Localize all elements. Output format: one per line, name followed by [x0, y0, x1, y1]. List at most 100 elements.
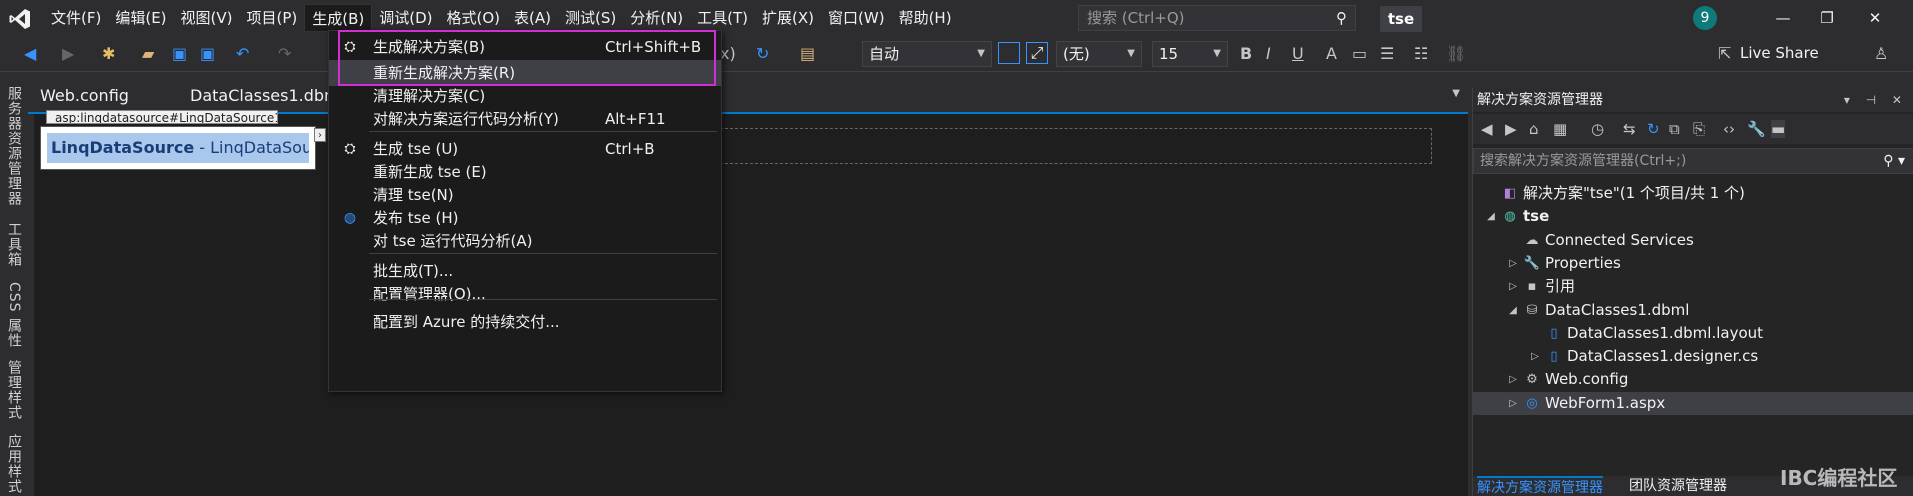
menu-item[interactable]: 编辑(E) [108, 4, 173, 32]
menu-item[interactable]: 视图(V) [174, 4, 240, 32]
forward-icon[interactable]: ▶ [1505, 120, 1517, 138]
expand-arrow-icon[interactable]: ▷ [1507, 275, 1519, 298]
tree-item[interactable]: ◢ ⛁ DataClasses1.dbml [1473, 299, 1913, 322]
switch-views-icon[interactable]: ▦ [1553, 120, 1567, 138]
solution-search-placeholder: 搜索解决方案资源管理器(Ctrl+;) [1480, 153, 1687, 169]
tree-item[interactable]: ◧ 解决方案"tse"(1 个项目/共 1 个) [1473, 182, 1913, 205]
tree-item[interactable]: ▷ ▯ DataClasses1.designer.cs [1473, 345, 1913, 368]
solution-icon: ◧ [1503, 186, 1517, 201]
tab-team-explorer[interactable]: 团队资源管理器 [1629, 476, 1727, 496]
menu-item[interactable]: 扩展(X) [755, 4, 821, 32]
build-menu-item[interactable]: 对解决方案运行代码分析(Y) Alt+F11 [329, 106, 721, 132]
tab-solution-explorer[interactable]: 解决方案资源管理器 [1477, 476, 1603, 496]
tab-web-config[interactable]: Web.config [40, 86, 129, 105]
manage-styles-tab[interactable]: 管理样式 [4, 360, 24, 420]
live-share-button[interactable]: Live Share [1740, 44, 1819, 62]
menu-item[interactable]: 帮助(H) [892, 4, 959, 32]
browser-icon[interactable]: ▤ [800, 44, 815, 63]
style-combo[interactable]: (无) ▼ [1056, 41, 1142, 67]
back-icon[interactable]: ◀ [1481, 120, 1493, 138]
smart-tag-button[interactable]: › [314, 128, 326, 142]
menu-item[interactable]: 分析(N) [623, 4, 690, 32]
menu-item[interactable]: 文件(F) [44, 4, 108, 32]
expand-arrow-icon[interactable]: ▷ [1507, 392, 1519, 415]
new-item-icon[interactable]: ✱ [102, 44, 115, 63]
build-menu-item-label: 对解决方案运行代码分析(Y) [373, 110, 559, 128]
form-placeholder-region[interactable] [720, 128, 1432, 164]
highlight-icon[interactable]: ▭ [1352, 44, 1367, 63]
link-icon[interactable]: ⛓ [1446, 44, 1466, 63]
bold-icon[interactable]: B [1240, 44, 1252, 63]
menu-item[interactable]: 格式(O) [440, 4, 508, 32]
expand-arrow-icon[interactable]: ▷ [1507, 368, 1519, 391]
font-size-combo[interactable]: 15 ▼ [1152, 41, 1228, 67]
italic-icon[interactable]: I [1266, 44, 1271, 63]
back-icon[interactable]: ◀ [24, 44, 36, 63]
preview-selected-icon[interactable]: ▬ [1771, 120, 1786, 138]
tree-item[interactable]: ▷ ⚙ Web.config [1473, 368, 1913, 391]
save-icon[interactable]: ▣ [172, 44, 187, 63]
left-tool-strip: 服务器资源管理器 工具箱 CSS 属性 管理样式 应用样式 [0, 72, 28, 496]
tree-item[interactable]: ☁ Connected Services [1473, 229, 1913, 252]
design-view-icon[interactable] [998, 42, 1020, 64]
notification-badge[interactable]: 9 [1693, 6, 1717, 30]
refresh-icon[interactable]: ↻ [1647, 120, 1660, 138]
tree-item[interactable]: ▷ ◎ WebForm1.aspx [1473, 391, 1913, 415]
connected-services-icon: ☁ [1525, 232, 1539, 248]
css-properties-tab[interactable]: CSS 属性 [4, 282, 24, 348]
build-menu-item[interactable]: 配置到 Azure 的持续交付... [329, 309, 721, 335]
minimize-icon[interactable]: — [1768, 6, 1798, 30]
menu-item[interactable]: 测试(S) [558, 4, 623, 32]
solution-explorer-search-input[interactable]: 搜索解决方案资源管理器(Ctrl+;) ⚲ ▾ [1473, 148, 1913, 174]
build-menu-item[interactable]: 对 tse 运行代码分析(A) [329, 228, 721, 254]
home-icon[interactable]: ⌂ [1529, 120, 1539, 138]
underline-icon[interactable]: U [1292, 44, 1304, 63]
maximize-icon[interactable]: ❐ [1812, 6, 1842, 30]
live-share-icon[interactable]: ⇱ [1718, 44, 1731, 63]
panel-window-controls[interactable]: ▾ ⊣ ✕ [1844, 88, 1908, 112]
bullet-list-icon[interactable]: ☷ [1414, 44, 1428, 63]
show-all-files-icon[interactable]: ⎘ [1693, 120, 1705, 138]
split-view-icon[interactable]: ⤢ [1026, 42, 1048, 64]
sync-icon[interactable]: ⇆ [1623, 120, 1636, 138]
expand-arrow-icon[interactable]: ▷ [1529, 345, 1541, 368]
view-code-icon[interactable]: ‹› [1723, 120, 1735, 138]
menu-item[interactable]: 窗口(W) [821, 4, 892, 32]
save-all-icon[interactable]: ▣ [200, 44, 215, 63]
align-left-icon[interactable]: ☰ [1380, 44, 1394, 63]
menu-separator [369, 299, 717, 300]
forward-icon[interactable]: ▶ [62, 44, 74, 63]
search-input[interactable]: 搜索 (Ctrl+Q) ⚲ [1078, 5, 1356, 31]
collapse-arrow-icon[interactable]: ◢ [1507, 299, 1519, 322]
position-combo[interactable]: 自动 ▼ [862, 41, 992, 67]
apply-styles-tab[interactable]: 应用样式 [4, 434, 24, 494]
tree-item[interactable]: ▯ DataClasses1.dbml.layout [1473, 322, 1913, 345]
linqdatasource-control[interactable]: LinqDataSource - LinqDataSource1 [40, 126, 316, 170]
font-color-icon[interactable]: A [1326, 44, 1337, 63]
collapse-all-icon[interactable]: ⧉ [1669, 120, 1680, 138]
tree-item[interactable]: ▷ 🔧 Properties [1473, 252, 1913, 275]
server-explorer-tab[interactable]: 服务器资源管理器 [4, 86, 24, 206]
tree-item[interactable]: ◢ ◍ tse [1473, 205, 1913, 228]
collapse-arrow-icon[interactable]: ◢ [1485, 205, 1497, 228]
references-icon: ▪ [1527, 279, 1537, 295]
menu-item[interactable]: 生成(B) [304, 4, 373, 32]
menu-item[interactable]: 表(A) [507, 4, 558, 32]
menu-item[interactable]: 工具(T) [690, 4, 755, 32]
undo-icon[interactable]: ↶ [236, 44, 249, 63]
search-icon: ⚲ [1336, 9, 1347, 27]
tree-item[interactable]: ▷ ▪ 引用 [1473, 275, 1913, 298]
feedback-person-icon[interactable]: ♙ [1874, 44, 1888, 63]
close-icon[interactable]: ✕ [1860, 6, 1890, 30]
menu-item[interactable]: 调试(D) [372, 4, 439, 32]
pending-changes-filter-icon[interactable]: ◷ [1591, 120, 1604, 138]
expand-arrow-icon[interactable]: ▷ [1507, 252, 1519, 275]
build-menu-item[interactable]: 配置管理器(O)... [329, 281, 721, 307]
redo-icon[interactable]: ↷ [278, 44, 291, 63]
tab-list-dropdown-icon[interactable]: ▼ [1452, 88, 1460, 99]
refresh-icon[interactable]: ↻ [756, 44, 769, 63]
open-folder-icon[interactable]: ▰ [142, 44, 154, 63]
menu-item[interactable]: 项目(P) [240, 4, 305, 32]
toolbox-tab[interactable]: 工具箱 [4, 222, 24, 267]
properties-wrench-icon[interactable]: 🔧 [1747, 120, 1766, 138]
